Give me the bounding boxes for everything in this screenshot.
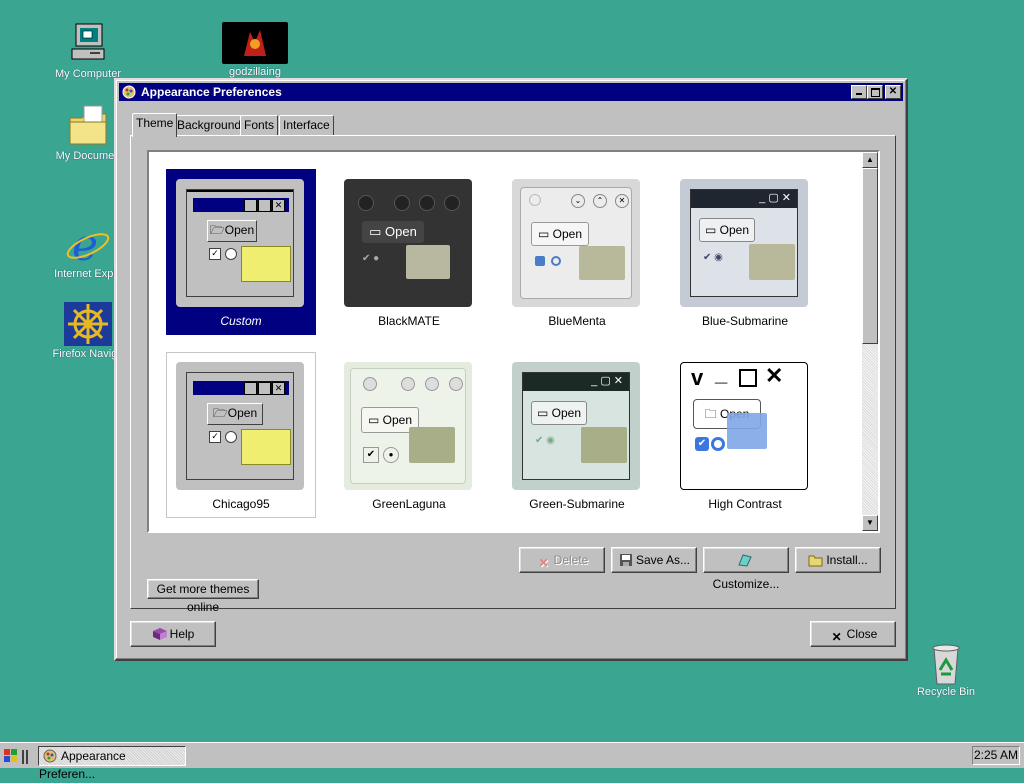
install-button[interactable]: Install... (795, 547, 881, 573)
taskbar-item-appearance-preferences[interactable]: Appearance Preferen... (38, 746, 186, 781)
taskbar: Appearance Preferen... 2:25 AM (0, 742, 1024, 781)
theme-item-high-contrast[interactable]: v _ ✕ 🗀 Open ✔ High Contrast (670, 352, 820, 518)
theme-preview: v _ ✕ 🗀 Open ✔ (680, 362, 808, 490)
folder-icon (749, 244, 795, 280)
theme-item-chicago95[interactable]: ✕ 🗁Open ✓ Chicago95 (166, 352, 316, 518)
minimize-button[interactable] (851, 85, 867, 99)
theme-name: Blue-Submarine (701, 314, 789, 328)
get-more-themes-button[interactable]: Get more themes online (147, 579, 259, 614)
ie-icon: e (64, 220, 112, 271)
help-button[interactable]: Help (130, 621, 216, 647)
folder-icon (727, 413, 767, 449)
customize-button[interactable]: Customize... (703, 547, 789, 591)
close-icon: ✕ (831, 630, 842, 644)
clock[interactable]: 2:25 AM (972, 746, 1020, 765)
computer-icon (64, 22, 112, 66)
desktop-icon-label: godzillaing (229, 66, 281, 78)
scroll-up-button[interactable]: ▲ (862, 152, 878, 168)
get-more-themes-label: Get more themes online (156, 582, 250, 614)
tab-interface[interactable]: Interface (279, 115, 334, 136)
close-window-button[interactable]: ✕ (885, 85, 901, 99)
desktop-icon-recycle-bin[interactable]: Recycle Bin (906, 640, 986, 698)
close-icon: ✕ (888, 86, 898, 97)
help-label: Help (169, 627, 195, 641)
maximize-icon (870, 88, 880, 97)
theme-preview: _ ▢ ✕ ▭ Open ✔ ◉ (680, 179, 808, 307)
recycle-bin-icon (922, 640, 970, 685)
paint-icon (737, 551, 753, 567)
title-bar[interactable]: Appearance Preferences ✕ (119, 83, 903, 101)
folder-icon (64, 104, 112, 148)
desktop-icon-label: Recycle Bin (916, 686, 976, 698)
preview-open-label: Open (551, 406, 582, 420)
theme-list-scrollbar[interactable]: ▲ ▼ (862, 152, 878, 531)
theme-preview: ▭ Open ✔ ● (344, 179, 472, 307)
theme-tab-panel: ✕ 🗁Open ✓ Custom ▭ Open ✔ ● BlackMATE ⌄ … (130, 135, 896, 614)
tab-fonts[interactable]: Fonts (240, 115, 279, 136)
preview-open-label: Open (385, 224, 417, 239)
triangle-up-icon: ▲ (866, 155, 874, 164)
theme-preview: ⌄ ⌃ ✕ ▭ Open (512, 179, 640, 307)
appearance-preferences-window: Appearance Preferences ✕ Theme Backgroun… (114, 78, 908, 661)
theme-preview: ▭ Open ✔ ● (344, 362, 472, 490)
minimize-icon (856, 93, 862, 95)
preview-open-label: Open (382, 413, 413, 427)
theme-item-bluementa[interactable]: ⌄ ⌃ ✕ ▭ Open BlueMenta (502, 169, 652, 335)
tab-theme[interactable]: Theme (132, 113, 178, 137)
theme-preview: ✕ 🗁Open ✓ (176, 362, 304, 490)
preview-open-label: Open (227, 406, 258, 420)
theme-name: GreenLaguna (372, 497, 446, 511)
theme-item-greenlaguna[interactable]: ▭ Open ✔ ● GreenLaguna (334, 352, 484, 518)
preview-open-label: Open (552, 227, 583, 241)
preview-open-label: Open (719, 223, 750, 237)
scroll-down-button[interactable]: ▼ (862, 515, 878, 531)
save-as-button[interactable]: Save As... (611, 547, 697, 573)
maximize-button[interactable] (867, 85, 883, 99)
image-icon (222, 22, 288, 64)
theme-item-blue-submarine[interactable]: _ ▢ ✕ ▭ Open ✔ ◉ Blue-Submarine (670, 169, 820, 335)
customize-label: Customize... (712, 577, 780, 591)
theme-item-custom[interactable]: ✕ 🗁Open ✓ Custom (166, 169, 316, 335)
folder-icon (241, 429, 291, 465)
appearance-app-icon (43, 749, 57, 763)
ship-wheel-icon (64, 302, 112, 346)
close-button[interactable]: ✕ Close (810, 621, 896, 647)
theme-item-green-submarine[interactable]: _ ▢ ✕ ▭ Open ✔ ◉ Green-Submarine (502, 352, 652, 518)
theme-item-blackmate[interactable]: ▭ Open ✔ ● BlackMATE (334, 169, 484, 335)
folder-icon (241, 246, 291, 282)
close-label: Close (846, 627, 878, 641)
theme-list[interactable]: ✕ 🗁Open ✓ Custom ▭ Open ✔ ● BlackMATE ⌄ … (147, 150, 880, 533)
triangle-down-icon: ▼ (866, 518, 874, 527)
folder-open-icon (808, 551, 824, 567)
folder-icon (409, 427, 455, 463)
help-book-icon (152, 625, 168, 640)
theme-preview: ✕ 🗁Open ✓ (176, 179, 304, 307)
folder-icon (579, 246, 625, 280)
save-icon (618, 551, 634, 566)
theme-name: BlackMATE (378, 314, 440, 328)
theme-preview: _ ▢ ✕ ▭ Open ✔ ◉ (512, 362, 640, 490)
install-label: Install... (826, 553, 868, 567)
preview-open-label: Open (224, 223, 255, 237)
window-title: Appearance Preferences (141, 85, 282, 99)
delete-icon: ✕ (538, 556, 549, 570)
delete-button[interactable]: ✕ Delete (519, 547, 605, 573)
windows-logo-icon (4, 749, 28, 764)
theme-name: BlueMenta (548, 314, 606, 328)
folder-icon (581, 427, 627, 463)
desktop-icon-my-computer[interactable]: My Computer (48, 22, 128, 80)
tab-background[interactable]: Background (173, 115, 246, 136)
delete-label: Delete (553, 553, 589, 567)
scroll-thumb[interactable] (862, 168, 878, 344)
theme-name: Custom (220, 314, 262, 328)
theme-name: High Contrast (708, 497, 782, 511)
desktop-icon-godzillaing[interactable]: godzillaing (215, 22, 295, 78)
save-as-label: Save As... (635, 553, 691, 567)
theme-name: Chicago95 (212, 497, 270, 511)
start-button[interactable] (2, 746, 32, 766)
folder-icon (406, 245, 450, 279)
theme-name: Green-Submarine (529, 497, 625, 511)
appearance-app-icon (122, 85, 136, 99)
